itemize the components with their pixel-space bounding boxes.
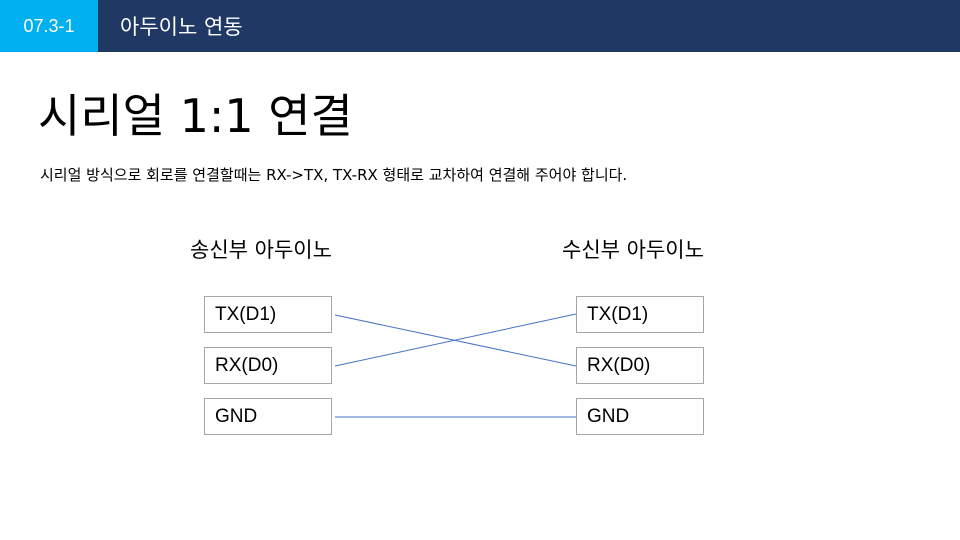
sender-pin-rx: RX(D0) [204, 347, 332, 384]
wiring-diagram [334, 313, 577, 418]
sender-pin-gnd: GND [204, 398, 332, 435]
receiver-pin-gnd: GND [576, 398, 704, 435]
receiver-pin-rx: RX(D0) [576, 347, 704, 384]
sender-pin-tx: TX(D1) [204, 296, 332, 333]
receiver-pin-tx: TX(D1) [576, 296, 704, 333]
